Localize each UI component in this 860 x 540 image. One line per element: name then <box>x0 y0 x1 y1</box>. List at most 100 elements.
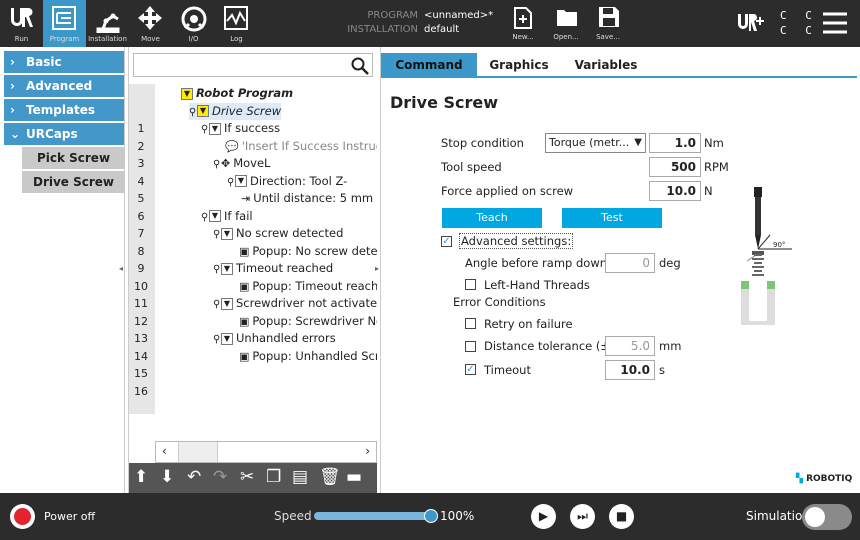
program-info: PROGRAM <unnamed>* INSTALLATION default <box>330 9 510 37</box>
tree-node[interactable]: ⚲✥ MoveL <box>213 155 270 172</box>
teach-button[interactable]: Teach <box>442 208 542 228</box>
pin-icon[interactable]: ⚲ <box>201 209 209 226</box>
scroll-right-icon[interactable]: › <box>365 444 370 458</box>
tab-graphics[interactable]: Graphics <box>477 53 561 77</box>
advanced-settings-checkbox[interactable]: ✓ <box>441 236 452 247</box>
pin-icon[interactable]: ⚲ <box>213 296 221 313</box>
collapse-triangle-icon[interactable]: ▼ <box>235 175 247 187</box>
sidebar-item-templates[interactable]: › Templates <box>4 99 125 121</box>
stop-value-field[interactable]: 1.0 <box>649 133 701 153</box>
urplus-icon[interactable] <box>736 11 766 35</box>
copy-icon[interactable]: ❐ <box>266 467 281 487</box>
tab-variables[interactable]: Variables <box>561 53 651 77</box>
tree-node[interactable]: ⚲ ▼ Timeout reached <box>213 260 333 277</box>
cut-icon[interactable]: ✂ <box>240 467 254 487</box>
undo-icon[interactable]: ↶ <box>187 467 201 487</box>
power-button[interactable] <box>10 504 35 529</box>
stop-button[interactable]: ■ <box>609 504 634 529</box>
collapse-triangle-icon[interactable]: ▼ <box>221 332 233 345</box>
tree-node[interactable]: ▣Popup: Screwdriver Not Activated <box>239 313 377 330</box>
tree-node[interactable]: ⚲ ▼ No screw detected <box>213 225 343 242</box>
force-field[interactable]: 10.0 <box>649 181 701 201</box>
advanced-settings-label[interactable]: Advanced settings: <box>459 233 574 249</box>
collapse-triangle-icon[interactable]: ▼ <box>221 262 233 275</box>
nav-io[interactable]: I/O <box>172 0 215 47</box>
tab-command[interactable]: Command <box>381 53 477 77</box>
hamburger-menu-icon[interactable] <box>822 11 848 35</box>
left-hand-threads-checkbox[interactable] <box>465 279 476 290</box>
simulation-toggle[interactable] <box>802 504 852 530</box>
scrollbar-thumb[interactable] <box>178 442 218 462</box>
horizontal-scrollbar[interactable]: ‹ › <box>155 441 377 463</box>
redo-icon[interactable]: ↷ <box>213 467 227 487</box>
sidebar-item-drive-screw[interactable]: Drive Screw <box>22 171 125 193</box>
tree-node[interactable]: ⇥ Until distance: 5 mm <box>241 190 373 207</box>
step-button[interactable]: ⏭ <box>570 504 595 529</box>
suppress-icon[interactable]: ▬ <box>346 467 362 487</box>
tree-node-label: Popup: No screw detected <box>252 243 377 258</box>
nav-log[interactable]: Log <box>215 0 258 47</box>
dropdown-arrow-icon: ▼ <box>634 137 642 148</box>
collapse-left-icon[interactable]: ◂ <box>119 264 123 273</box>
popup-icon: ▣ <box>239 314 250 328</box>
collapse-right-icon[interactable]: ▸ <box>375 264 379 273</box>
tree-node[interactable]: ⚲ ▼ If success <box>201 120 280 137</box>
sidebar-item-pick-screw[interactable]: Pick Screw <box>22 147 125 169</box>
new-button[interactable]: New... <box>505 4 541 44</box>
speed-slider[interactable] <box>314 509 438 523</box>
tree-node[interactable]: ⚲ ▼ Unhandled errors <box>213 330 336 347</box>
collapse-triangle-icon[interactable]: ▼ <box>221 297 233 310</box>
distance-tolerance-field[interactable]: 5.0 <box>605 336 655 356</box>
tool-speed-field[interactable]: 500 <box>649 157 701 177</box>
pin-icon[interactable]: ⚲ <box>213 331 221 348</box>
paste-icon[interactable]: ▤ <box>292 467 308 487</box>
collapse-triangle-icon[interactable]: ▼ <box>221 227 233 240</box>
timeout-field[interactable]: 10.0 <box>605 360 655 380</box>
collapse-triangle-icon[interactable]: ▼ <box>181 87 193 100</box>
nav-installation[interactable]: Installation <box>86 0 129 47</box>
cc-indicator[interactable]: C C C C <box>780 8 818 38</box>
tree-node[interactable]: 💬'Insert If Success Instructions' <box>225 138 377 155</box>
collapse-triangle-icon[interactable]: ▼ <box>209 210 221 222</box>
collapse-triangle-icon[interactable]: ▼ <box>209 122 221 135</box>
tree-node[interactable]: ⚲ ▼ If fail <box>201 208 253 225</box>
tree-node[interactable]: ▣Popup: Timeout reached <box>239 278 377 295</box>
tree-node[interactable]: ⚲ ▼ Direction: Tool Z- <box>227 173 347 190</box>
tree-node[interactable]: ⚲ ▼ Screwdriver not activated <box>213 295 377 312</box>
tree-node[interactable]: ▼ Robot Program <box>181 85 293 102</box>
sidebar-item-basic[interactable]: › Basic <box>4 51 125 73</box>
new-file-icon <box>514 7 532 29</box>
speed-slider-knob[interactable] <box>424 509 438 523</box>
tree-node[interactable]: ⚲ ▼ Drive Screw <box>189 102 282 121</box>
test-button[interactable]: Test <box>562 208 662 228</box>
move-down-icon[interactable]: ⬇ <box>160 467 174 487</box>
stop-condition-select[interactable]: Torque (metr... ▼ <box>545 133 646 153</box>
timeout-checkbox[interactable]: ✓ <box>465 364 476 375</box>
nav-run[interactable]: Run <box>0 0 43 47</box>
pin-icon[interactable]: ⚲ <box>189 104 197 121</box>
angle-field[interactable]: 0 <box>605 253 655 273</box>
pin-icon[interactable]: ⚲ <box>213 226 221 243</box>
open-label: Open... <box>553 33 579 41</box>
retry-checkbox[interactable] <box>465 318 476 329</box>
pin-icon[interactable]: ⚲ <box>227 174 235 191</box>
pin-icon[interactable]: ⚲ <box>213 156 221 173</box>
save-button[interactable]: Save... <box>590 4 626 44</box>
collapse-triangle-icon[interactable]: ▼ <box>197 105 209 117</box>
nav-move[interactable]: Move <box>129 0 172 47</box>
open-button[interactable]: Open... <box>548 4 584 44</box>
sidebar-item-urcaps[interactable]: ⌄ URCaps <box>4 123 125 145</box>
tree-node[interactable]: ▣Popup: No screw detected <box>239 243 377 260</box>
delete-icon[interactable]: 🗑 <box>319 467 341 487</box>
play-button[interactable]: ▶ <box>531 504 556 529</box>
sidebar-item-advanced[interactable]: › Advanced <box>4 75 125 97</box>
robotiq-logo: ▚ ROBOTIQ <box>796 474 852 484</box>
pin-icon[interactable]: ⚲ <box>201 121 209 138</box>
distance-tolerance-checkbox[interactable] <box>465 341 476 352</box>
move-up-icon[interactable]: ⬆ <box>134 467 148 487</box>
tree-node[interactable]: ▣Popup: Unhandled Screwdriver Error <box>239 348 377 365</box>
tree-node-label: Screwdriver not activated <box>236 296 377 310</box>
scroll-left-icon[interactable]: ‹ <box>162 444 167 458</box>
nav-program[interactable]: Program <box>43 0 86 47</box>
pin-icon[interactable]: ⚲ <box>213 261 221 278</box>
